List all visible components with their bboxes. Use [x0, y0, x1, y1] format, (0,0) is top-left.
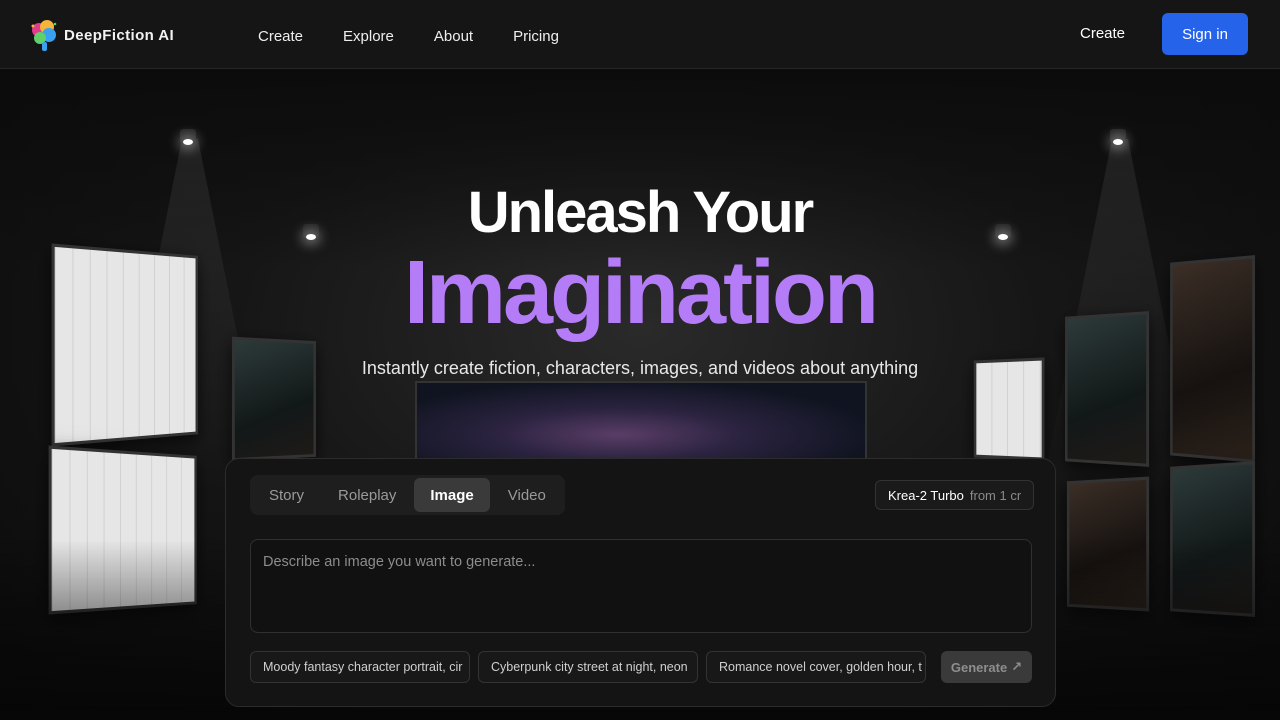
suggestion-chip[interactable]: Moody fantasy character portrait, cir	[250, 651, 470, 683]
generate-button[interactable]: Generate ↗	[941, 651, 1032, 683]
brand-name: DeepFiction AI	[64, 26, 175, 44]
model-selector[interactable]: Krea-2 Turbo from 1 cr	[875, 480, 1035, 510]
tab-roleplay[interactable]: Roleplay	[322, 478, 412, 512]
hero-title-line1: Unleash Your	[467, 180, 815, 245]
tab-image[interactable]: Image	[414, 478, 490, 512]
mode-tabs: Story Roleplay Image Video	[250, 475, 565, 515]
tab-video[interactable]: Video	[492, 478, 562, 512]
spotlight-icon	[180, 129, 196, 145]
primary-nav: Create Explore About Pricing	[258, 28, 559, 45]
nav-link-explore[interactable]: Explore	[343, 28, 394, 45]
spotlight-icon	[1110, 129, 1126, 145]
creation-panel: Story Roleplay Image Video Krea-2 Turbo …	[225, 458, 1056, 707]
arrow-up-right-icon: ↗	[1011, 659, 1023, 674]
suggestion-chip[interactable]: Romance novel cover, golden hour, t	[706, 651, 926, 683]
prompt-input[interactable]	[250, 539, 1032, 633]
top-nav: DeepFiction AI Create Explore About Pric…	[0, 0, 1280, 69]
hero-title-line2: Imagination	[403, 243, 879, 343]
hero-subtitle: Instantly create fiction, characters, im…	[361, 358, 919, 378]
tab-story[interactable]: Story	[253, 478, 320, 512]
model-cost: from 1 cr	[969, 487, 1022, 503]
suggestion-chip[interactable]: Cyberpunk city street at night, neon	[478, 651, 698, 683]
brand-logo[interactable]: DeepFiction AI	[30, 18, 174, 52]
nav-link-create[interactable]: Create	[258, 28, 303, 45]
nav-link-pricing[interactable]: Pricing	[513, 28, 559, 45]
nav-link-about[interactable]: About	[434, 28, 473, 45]
sign-in-button[interactable]: Sign in	[1162, 13, 1248, 55]
brain-logo-icon	[30, 18, 58, 52]
model-name: Krea-2 Turbo	[888, 487, 964, 503]
suggestion-chips: Moody fantasy character portrait, cir Cy…	[250, 651, 926, 683]
generate-label: Generate	[950, 659, 1008, 675]
character-artwork	[231, 336, 316, 462]
create-link[interactable]: Create	[1080, 25, 1125, 42]
